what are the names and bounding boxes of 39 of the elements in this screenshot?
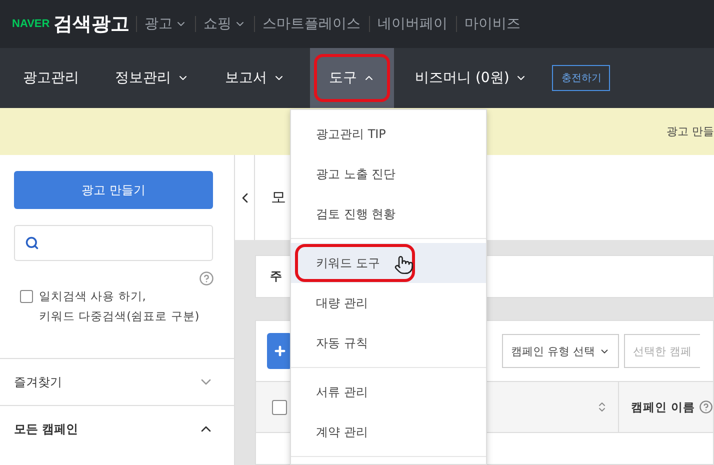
select-all-checkbox[interactable] bbox=[272, 400, 287, 414]
menu-item[interactable]: 광고관리 TIP bbox=[291, 114, 486, 154]
menu-item[interactable]: 검토 진행 현황 bbox=[291, 194, 486, 234]
column-header[interactable]: 캠페인 이름 bbox=[618, 400, 699, 414]
add-button[interactable] bbox=[267, 333, 292, 369]
page-title: 모 bbox=[271, 188, 286, 207]
brand-logo[interactable]: NAVER bbox=[12, 18, 50, 30]
search-icon bbox=[25, 236, 39, 250]
menu-item[interactable]: 광고 노출 진단 bbox=[291, 154, 486, 194]
nav-tab[interactable]: 보고서 bbox=[214, 48, 296, 108]
search-field[interactable] bbox=[14, 225, 213, 261]
menu-item[interactable]: 서류 관리 bbox=[291, 372, 486, 412]
create-ad-button[interactable]: 광고 만들기 bbox=[14, 171, 213, 209]
nav-tab[interactable]: 도구 bbox=[310, 48, 394, 108]
top-link[interactable]: 네이버페이 bbox=[368, 16, 456, 32]
campaign-type-select[interactable]: 캠페인 유형 선택 bbox=[502, 334, 619, 368]
menu-item[interactable]: 대량 관리 bbox=[291, 283, 486, 323]
menu-item[interactable]: 키워드 도구 bbox=[291, 243, 486, 283]
menu-item[interactable]: 계약 관리 bbox=[291, 412, 486, 452]
nav-tab[interactable]: 정보관리 bbox=[104, 48, 200, 108]
top-link[interactable]: 쇼핑 bbox=[194, 16, 254, 32]
banner-text: 광고 만들 bbox=[666, 124, 714, 139]
sidebar-section[interactable]: 즐겨찾기 bbox=[0, 358, 234, 405]
top-link[interactable]: 스마트플레이스 bbox=[254, 16, 369, 32]
top-link[interactable]: 마이비즈 bbox=[456, 16, 529, 32]
menu-item[interactable]: 자동 규칙 bbox=[291, 323, 486, 363]
checkbox-label: 일치검색 사용 하기, 키워드 다중검색(쉼표로 구분) bbox=[39, 288, 200, 325]
plus-icon bbox=[272, 344, 286, 358]
help-icon[interactable] bbox=[199, 271, 214, 286]
top-link[interactable]: 광고 bbox=[136, 16, 195, 32]
sidebar-section[interactable]: 모든 캠페인 bbox=[0, 405, 234, 452]
charge-button[interactable]: 충전하기 bbox=[552, 65, 610, 91]
hand-cursor-icon bbox=[394, 255, 414, 275]
nav-tab[interactable]: 광고관리 bbox=[12, 48, 90, 108]
summary-label: 주 bbox=[270, 268, 282, 285]
product-name: 검색광고 bbox=[54, 12, 130, 37]
help-icon[interactable] bbox=[699, 400, 713, 414]
checkbox[interactable] bbox=[20, 290, 33, 303]
nav-tab[interactable]: 비즈머니 (0원) bbox=[404, 48, 538, 108]
